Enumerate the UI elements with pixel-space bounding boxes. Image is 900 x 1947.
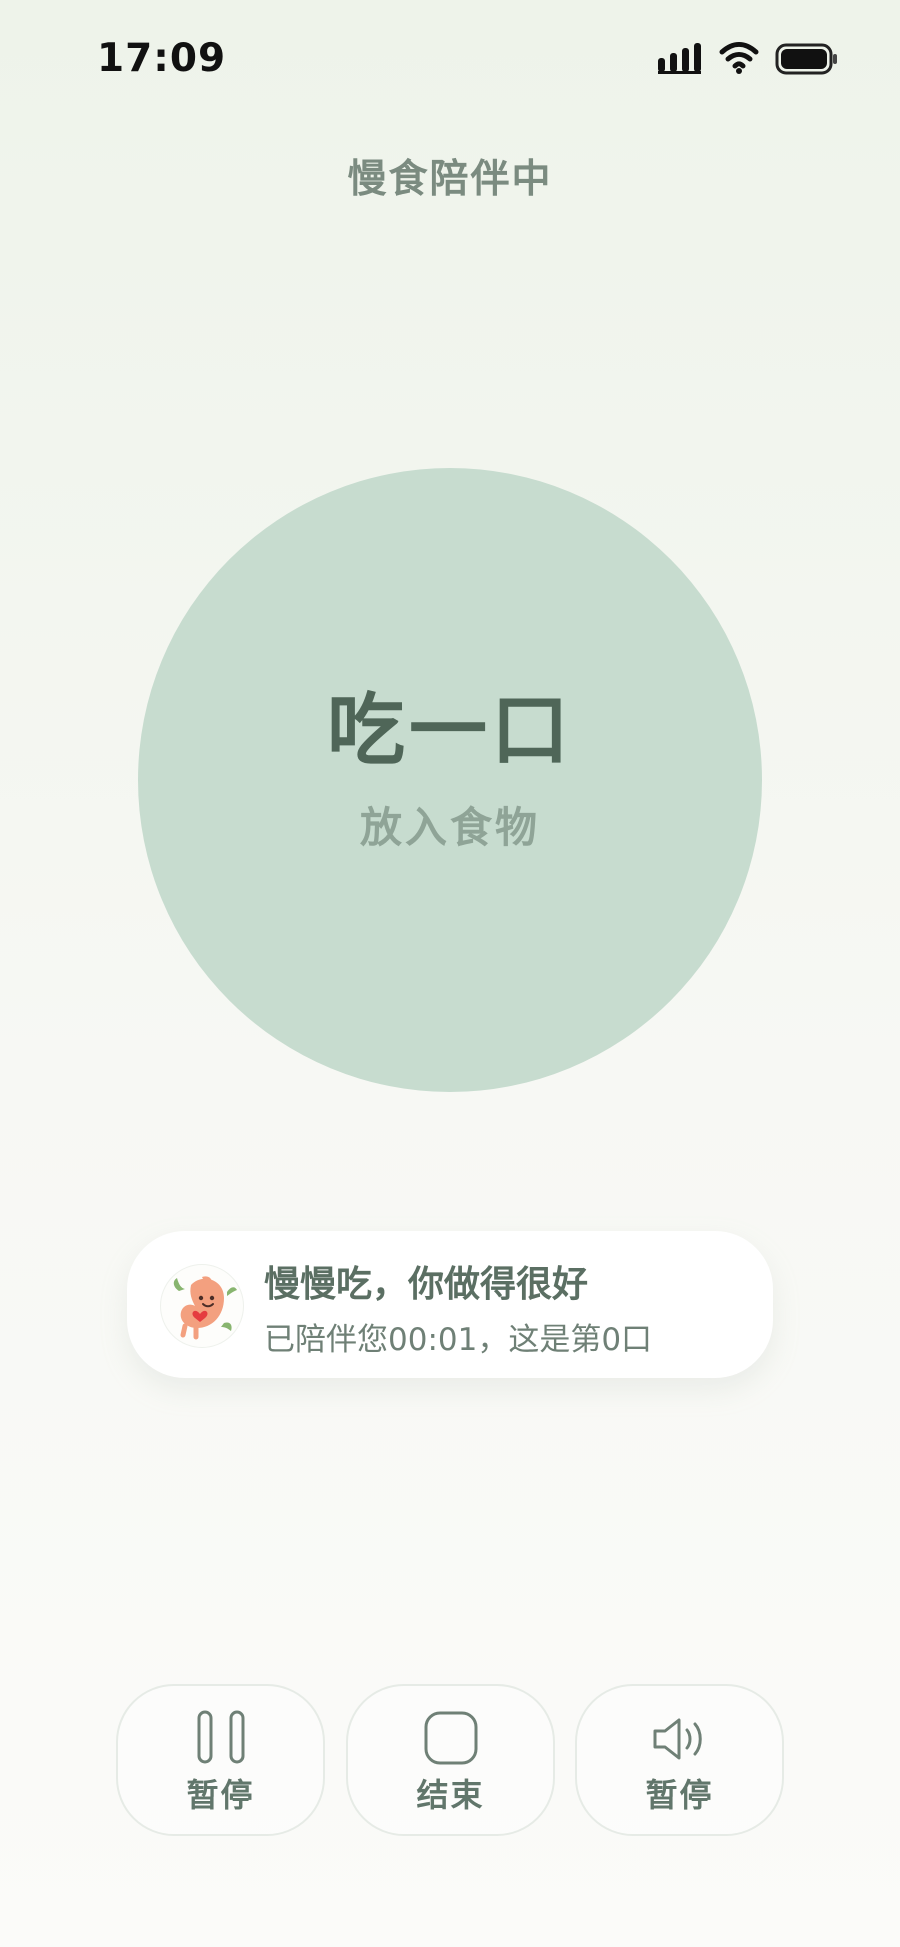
phone-screen: 17:09 慢食陪伴中 吃一口 放入食物 慢慢吃，你做得很好 已陪伴您00:01… bbox=[0, 0, 900, 1947]
message-subtitle: 已陪伴您00:01，这是第0口 bbox=[264, 1322, 653, 1358]
pause-button[interactable]: 暂停 bbox=[116, 1684, 325, 1836]
message-title: 慢慢吃，你做得很好 bbox=[264, 1264, 589, 1305]
speaker-icon bbox=[653, 1718, 702, 1760]
stomach-mascot-icon bbox=[160, 1264, 244, 1348]
encouragement-card: 慢慢吃，你做得很好 已陪伴您00:01，这是第0口 bbox=[127, 1231, 773, 1378]
sound-label: 暂停 bbox=[645, 1776, 714, 1814]
status-time: 17:09 bbox=[97, 36, 227, 81]
sound-button[interactable]: 暂停 bbox=[575, 1684, 784, 1836]
wifi-icon bbox=[719, 42, 759, 74]
stop-button[interactable]: 结束 bbox=[346, 1684, 555, 1836]
bottom-controls: 暂停 结束 暂停 bbox=[116, 1684, 786, 1838]
bite-label: 吃一口 bbox=[326, 685, 573, 776]
battery-icon bbox=[775, 43, 837, 75]
cellular-signal-icon bbox=[658, 43, 701, 74]
pause-icon bbox=[197, 1710, 244, 1764]
bite-subtitle: 放入食物 bbox=[359, 802, 540, 852]
stop-icon bbox=[424, 1711, 477, 1765]
page-title: 慢食陪伴中 bbox=[347, 157, 553, 202]
stop-label: 结束 bbox=[416, 1776, 485, 1814]
pause-label: 暂停 bbox=[186, 1776, 255, 1814]
bite-button[interactable]: 吃一口 放入食物 bbox=[138, 468, 762, 1092]
